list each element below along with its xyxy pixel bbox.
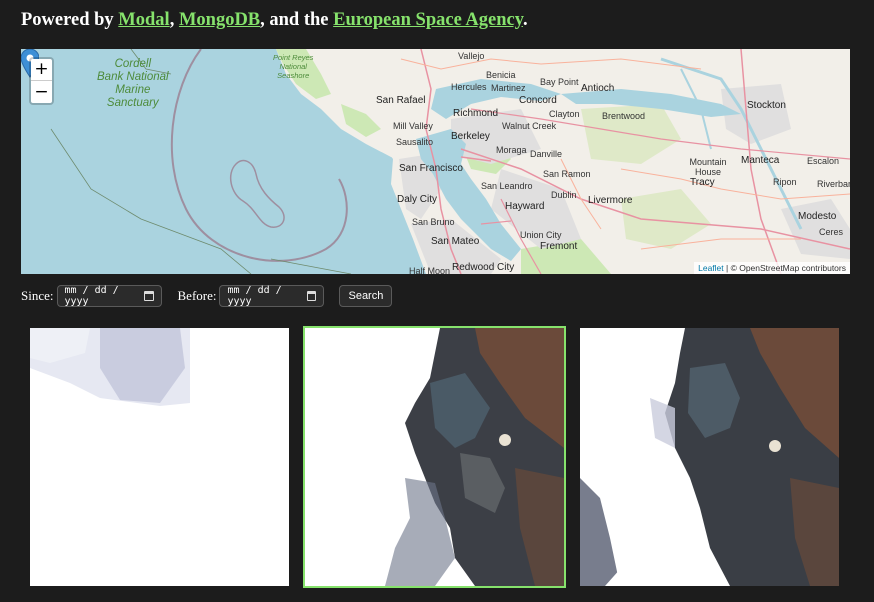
map-label-san-ramon: San Ramon	[543, 169, 591, 179]
map-label-concord: Concord	[519, 95, 557, 106]
map-label-riverbank: Riverbank	[817, 179, 850, 189]
esa-link[interactable]: European Space Agency	[333, 10, 523, 30]
satellite-image-render	[305, 328, 564, 586]
map-label-mill-valley: Mill Valley	[393, 121, 433, 131]
map-label-dublin: Dublin	[551, 190, 577, 200]
title-prefix: Powered by	[21, 10, 119, 30]
map-label-antioch: Antioch	[581, 83, 615, 94]
map-label-manteca: Manteca	[741, 155, 780, 166]
satellite-image-3[interactable]	[580, 328, 839, 586]
map-label-vallejo: Vallejo	[458, 51, 485, 61]
zoom-out-button[interactable]: −	[31, 81, 52, 103]
since-date-input[interactable]: mm / dd / yyyy	[56, 285, 162, 307]
zoom-in-button[interactable]: +	[31, 59, 52, 81]
map-label-san-leandro: San Leandro	[481, 181, 533, 191]
title-separator: , and the	[260, 10, 334, 30]
title-suffix: .	[522, 10, 528, 30]
before-date-value: mm / dd / yyyy	[227, 285, 282, 307]
title-separator: ,	[169, 10, 179, 30]
map-label-bay-point: Bay Point	[540, 77, 579, 87]
map-label-modesto: Modesto	[798, 211, 837, 222]
map[interactable]: Cordell Bank National Marine Sanctuary P…	[21, 49, 850, 274]
map-label-tracy: Tracy	[690, 177, 715, 188]
search-controls: Since: mm / dd / yyyy Before: mm / dd / …	[21, 285, 393, 307]
map-label-san-bruno: San Bruno	[412, 217, 455, 227]
map-label-walnut-creek: Walnut Creek	[502, 121, 557, 131]
map-label-san-mateo: San Mateo	[431, 236, 480, 247]
map-label-martinez: Martinez	[491, 83, 526, 93]
before-date-input[interactable]: mm / dd / yyyy	[219, 285, 325, 307]
satellite-image-render	[580, 328, 839, 586]
map-label-redwood-city: Redwood City	[452, 262, 515, 273]
since-label: Since:	[21, 288, 54, 303]
satellite-image-1[interactable]	[30, 328, 289, 586]
map-label-mountain-house: Mountain House	[689, 157, 727, 177]
modal-link[interactable]: Modal	[118, 10, 169, 30]
calendar-icon[interactable]	[144, 291, 154, 301]
map-label-clayton: Clayton	[549, 109, 580, 119]
map-label-danville: Danville	[530, 149, 563, 159]
map-label-union-city: Union City	[520, 230, 562, 240]
map-label-escalon: Escalon	[807, 156, 840, 166]
map-label-ripon: Ripon	[773, 177, 797, 187]
map-label-sausalito: Sausalito	[396, 137, 434, 147]
calendar-icon[interactable]	[307, 291, 317, 301]
map-label-berkeley: Berkeley	[451, 131, 490, 142]
map-label-hayward: Hayward	[505, 201, 545, 212]
map-label-half-moon: Half Moon	[409, 266, 451, 274]
before-label: Before:	[177, 288, 217, 303]
map-label-cordell-sanctuary: Cordell Bank National Marine Sanctuary	[97, 58, 169, 109]
attribution-text: | © OpenStreetMap contributors	[723, 263, 846, 273]
map-attribution: Leaflet | © OpenStreetMap contributors	[694, 262, 850, 274]
search-button[interactable]: Search	[339, 285, 393, 307]
page-title: Powered by Modal, MongoDB, and the Europ…	[21, 10, 528, 31]
map-label-fremont: Fremont	[540, 241, 578, 252]
map-label-benicia: Benicia	[486, 70, 516, 80]
map-label-daly-city: Daly City	[397, 194, 438, 205]
satellite-image-render	[30, 328, 289, 586]
since-date-value: mm / dd / yyyy	[64, 285, 119, 307]
map-label-brentwood: Brentwood	[602, 111, 646, 121]
map-label-livermore: Livermore	[588, 195, 633, 206]
mongodb-link[interactable]: MongoDB	[179, 10, 260, 30]
map-label-moraga: Moraga	[496, 145, 527, 155]
map-label-point-reyes: Point Reyes National Seashore	[273, 53, 314, 80]
map-label-stockton: Stockton	[747, 100, 786, 111]
leaflet-link[interactable]: Leaflet	[698, 263, 724, 273]
map-label-san-francisco: San Francisco	[399, 163, 463, 174]
map-label-richmond: Richmond	[453, 108, 499, 119]
map-label-ceres: Ceres	[819, 227, 844, 237]
map-label-hercules: Hercules	[451, 82, 487, 92]
map-label-san-rafael: San Rafael	[376, 95, 426, 106]
satellite-image-2[interactable]	[303, 326, 566, 588]
zoom-control: + −	[29, 57, 54, 105]
